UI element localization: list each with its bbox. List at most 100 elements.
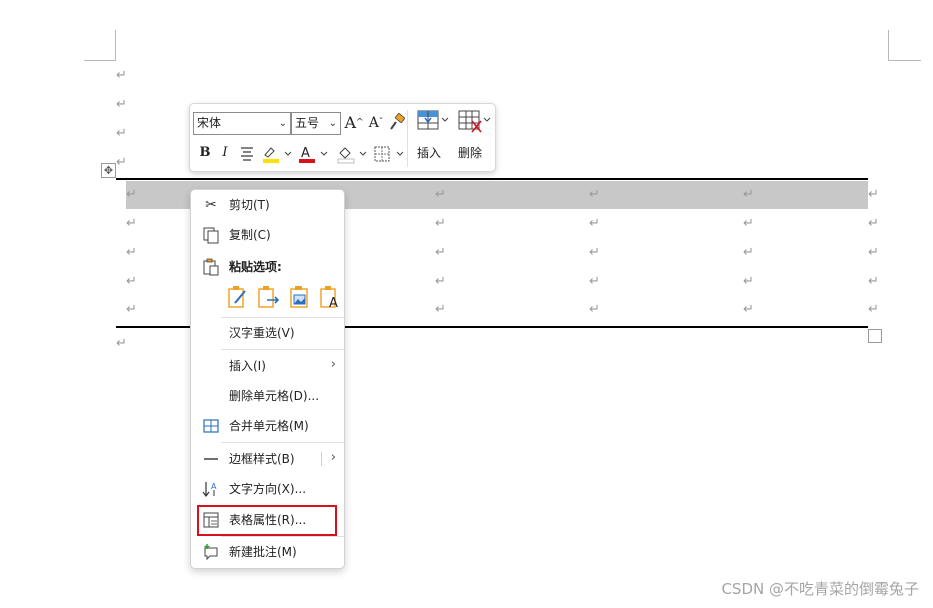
cell-end-mark[interactable]: ↵ bbox=[435, 188, 446, 202]
delete-table-button[interactable]: 删除 bbox=[456, 108, 492, 166]
paste-keep-source-button[interactable] bbox=[227, 285, 249, 309]
paragraph-mark: ↵ bbox=[116, 155, 127, 170]
row-end-mark: ↵ bbox=[868, 187, 879, 202]
cell-end-mark[interactable]: ↵ bbox=[743, 303, 754, 317]
cell-end-mark[interactable]: ↵ bbox=[126, 303, 137, 317]
menu-item-label: 汉字重选(V) bbox=[229, 326, 295, 340]
table-resize-handle[interactable] bbox=[868, 329, 882, 343]
table-delete-icon bbox=[458, 110, 491, 133]
cell-end-mark[interactable]: ↵ bbox=[126, 217, 137, 231]
paragraph-mark: ↵ bbox=[116, 97, 127, 112]
menu-item-label: 剪切(T) bbox=[229, 198, 270, 212]
menu-item-new-comment[interactable]: 新建批注(M) bbox=[191, 537, 344, 567]
cell-end-mark[interactable]: ↵ bbox=[435, 246, 446, 260]
mini-toolbar: 宋体 ⌄ 五号 ⌄ A^ Aˇ B I A 插入 删除 bbox=[189, 103, 496, 172]
table-move-handle[interactable]: ✥ bbox=[101, 163, 116, 178]
menu-item-insert[interactable]: 插入(I) › bbox=[191, 351, 344, 381]
cell-end-mark[interactable]: ↵ bbox=[589, 303, 600, 317]
row-end-mark: ↵ bbox=[868, 274, 879, 289]
insert-table-button[interactable]: 插入 bbox=[415, 108, 451, 166]
cell-end-mark[interactable]: ↵ bbox=[435, 303, 446, 317]
format-painter-button[interactable] bbox=[387, 112, 407, 134]
cell-end-mark[interactable]: ↵ bbox=[589, 188, 600, 202]
menu-separator bbox=[221, 442, 344, 443]
text-direction-icon: A bbox=[202, 480, 220, 498]
new-comment-icon bbox=[202, 543, 220, 561]
row-end-mark: ↵ bbox=[868, 245, 879, 260]
insert-label: 插入 bbox=[417, 146, 442, 160]
align-center-icon bbox=[241, 147, 253, 161]
row-end-mark: ↵ bbox=[868, 302, 879, 317]
crop-mark-top-right bbox=[888, 30, 921, 61]
menu-item-delete-cells[interactable]: 删除单元格(D)... bbox=[191, 381, 344, 411]
menu-separator bbox=[221, 349, 344, 350]
toolbar-divider bbox=[407, 110, 408, 167]
chevron-right-icon: › bbox=[330, 450, 336, 465]
shading-button[interactable] bbox=[335, 144, 369, 164]
paragraph-mark: ↵ bbox=[116, 126, 127, 141]
menu-item-label: 边框样式(B) bbox=[229, 452, 295, 466]
shrink-font-button[interactable]: Aˇ bbox=[366, 112, 386, 134]
font-size-select[interactable]: 五号 ⌄ bbox=[291, 112, 341, 135]
align-center-button[interactable] bbox=[238, 144, 256, 162]
paste-text-only-button[interactable]: A bbox=[319, 285, 341, 311]
menu-item-merge-cells[interactable]: 合并单元格(M) bbox=[191, 411, 344, 441]
cell-end-mark[interactable]: ↵ bbox=[435, 275, 446, 289]
cell-end-mark[interactable]: ↵ bbox=[126, 275, 137, 289]
cell-end-mark[interactable]: ↵ bbox=[126, 246, 137, 260]
chevron-down-icon: ⌄ bbox=[278, 118, 287, 129]
cell-end-mark[interactable]: ↵ bbox=[435, 217, 446, 231]
menu-item-copy[interactable]: 复制(C) bbox=[191, 220, 344, 250]
menu-item-text-direction[interactable]: A 文字方向(X)... bbox=[191, 474, 344, 504]
menu-item-border-styles[interactable]: 边框样式(B) › bbox=[191, 444, 344, 474]
cell-end-mark[interactable]: ↵ bbox=[743, 246, 754, 260]
font-name-value: 宋体 bbox=[197, 116, 222, 130]
menu-item-label: 删除单元格(D)... bbox=[229, 389, 320, 403]
font-name-select[interactable]: 宋体 ⌄ bbox=[193, 112, 291, 135]
cell-end-mark[interactable]: ↵ bbox=[589, 217, 600, 231]
menu-item-cut[interactable]: ✂ 剪切(T) bbox=[191, 190, 344, 220]
format-painter-icon bbox=[390, 113, 405, 130]
italic-button[interactable]: I bbox=[216, 142, 234, 164]
paint-bucket-icon bbox=[337, 147, 367, 164]
paste-keep-formatting-icon bbox=[228, 286, 246, 308]
highlighter-icon bbox=[263, 147, 292, 163]
menu-item-label: 复制(C) bbox=[229, 228, 271, 242]
paste-merge-button[interactable] bbox=[257, 285, 280, 309]
bold-button[interactable]: B bbox=[196, 142, 214, 164]
copy-icon bbox=[202, 226, 220, 244]
split-divider bbox=[321, 452, 322, 466]
chevron-down-icon: ⌄ bbox=[328, 118, 337, 129]
svg-text:A: A bbox=[301, 146, 310, 161]
cell-end-mark[interactable]: ↵ bbox=[126, 188, 137, 202]
menu-item-reconvert[interactable]: 汉字重选(V) bbox=[191, 318, 344, 348]
highlight-color-button[interactable] bbox=[260, 144, 294, 164]
cell-end-mark[interactable]: ↵ bbox=[589, 246, 600, 260]
cell-end-mark[interactable]: ↵ bbox=[589, 275, 600, 289]
cell-end-mark[interactable]: ↵ bbox=[743, 188, 754, 202]
menu-item-label: 合并单元格(M) bbox=[229, 419, 309, 433]
clipboard-icon bbox=[202, 258, 220, 276]
table-top-border bbox=[116, 178, 868, 180]
border-line-icon bbox=[202, 450, 220, 468]
cell-end-mark[interactable]: ↵ bbox=[743, 275, 754, 289]
paste-picture-button[interactable] bbox=[289, 285, 311, 309]
delete-label: 删除 bbox=[458, 146, 483, 160]
svg-text:A: A bbox=[211, 482, 217, 491]
font-size-value: 五号 bbox=[295, 116, 320, 130]
grow-font-button[interactable]: A^ bbox=[344, 112, 364, 134]
menu-item-label: 粘贴选项: bbox=[229, 260, 282, 274]
font-color-button[interactable]: A bbox=[296, 144, 330, 164]
cell-end-mark[interactable]: ↵ bbox=[743, 217, 754, 231]
annotation-highlight-box bbox=[197, 505, 337, 536]
paste-merge-formatting-icon bbox=[258, 286, 280, 308]
paragraph-mark: ↵ bbox=[116, 336, 127, 351]
menu-item-label: 文字方向(X)... bbox=[229, 482, 307, 496]
paste-picture-icon bbox=[290, 286, 308, 308]
merge-cells-icon bbox=[202, 417, 220, 435]
borders-button[interactable] bbox=[372, 144, 406, 164]
borders-icon bbox=[374, 146, 404, 162]
scissors-icon: ✂ bbox=[205, 197, 217, 213]
italic-icon: I bbox=[222, 145, 228, 160]
table-insert-icon bbox=[417, 110, 449, 130]
